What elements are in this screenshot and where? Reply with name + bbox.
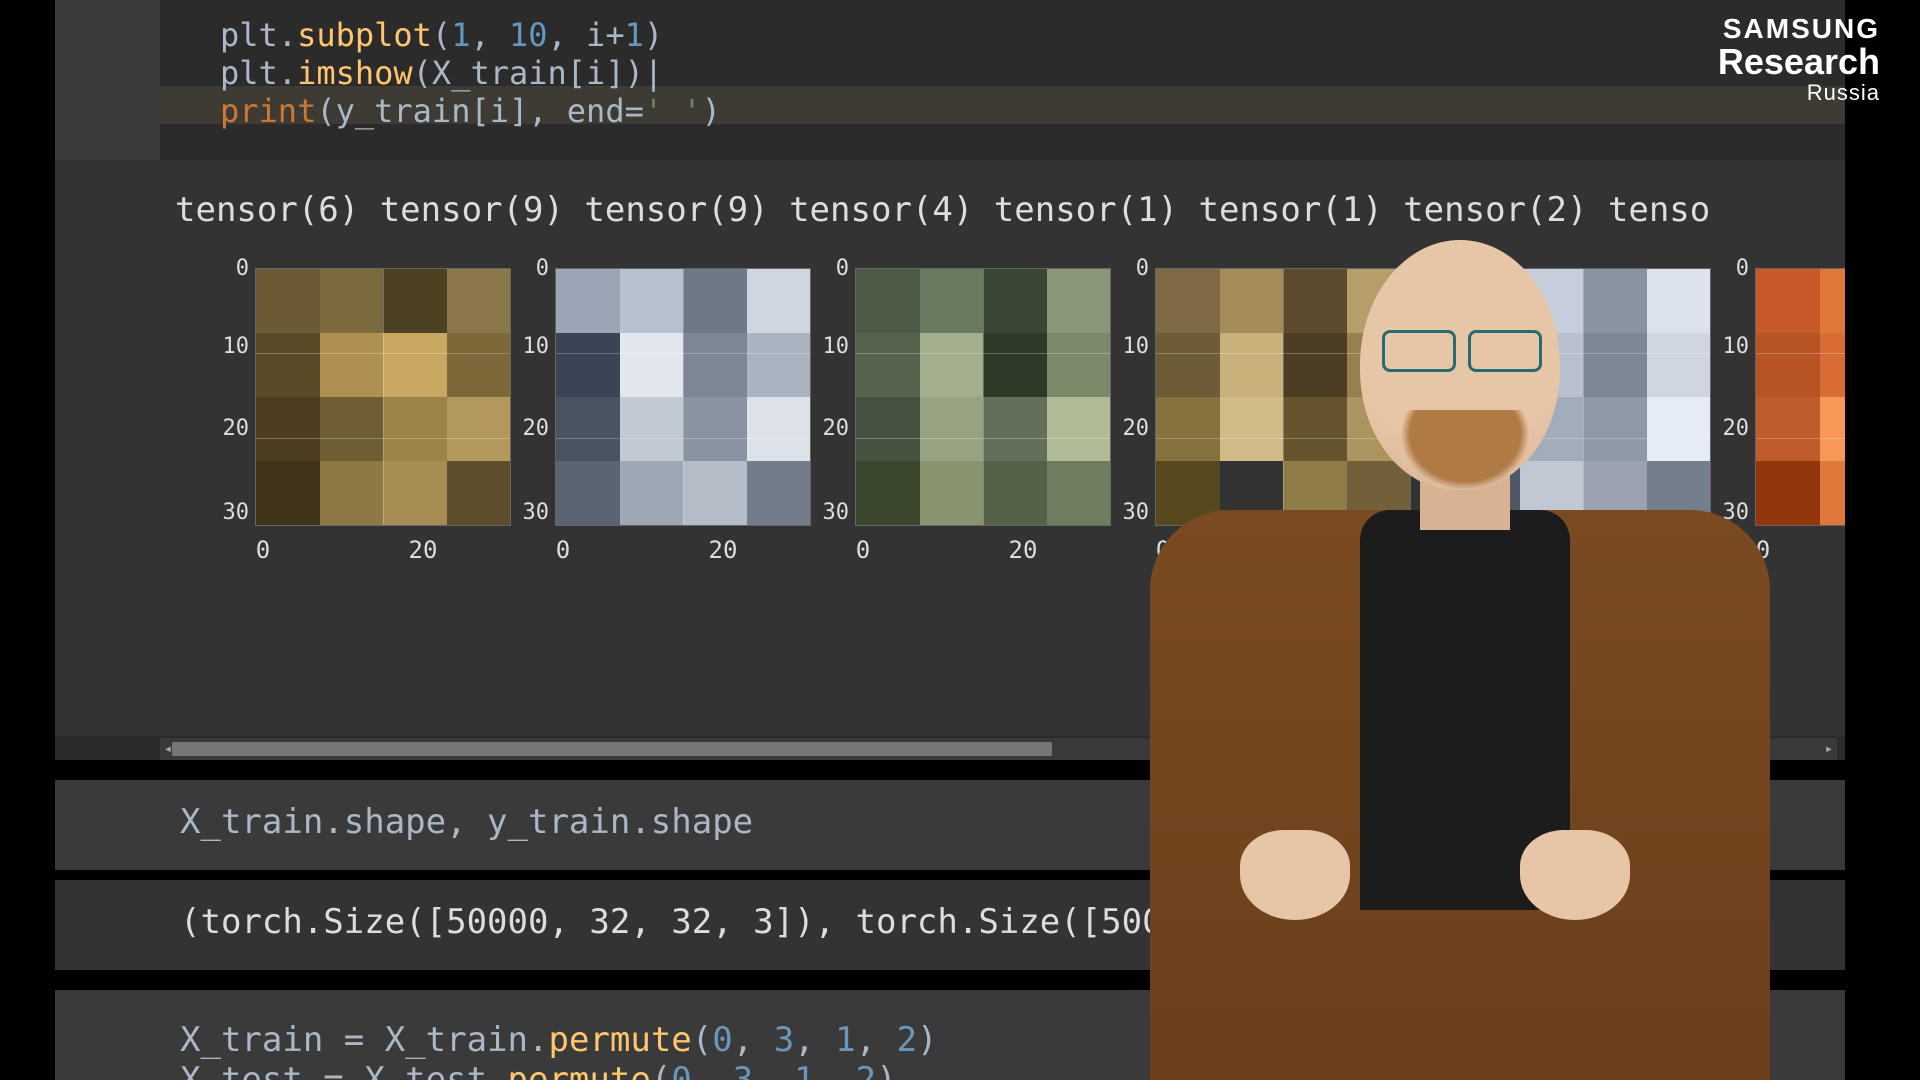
x-tick: 0 [1156,536,1170,564]
y-tick: 30 [515,500,549,525]
y-tick: 30 [1115,500,1149,525]
code-line: print(y_train[i], end=' ') [220,92,721,130]
y-tick: 10 [1415,334,1449,359]
code-line: plt.imshow(X_train[i])| [220,54,663,92]
cell-output: tensor(6) tensor(9) tensor(9) tensor(4) … [55,160,1845,736]
cell-2-output: (torch.Size([50000, 32, 32, 3]), torch.S… [55,880,1845,970]
y-tick: 20 [515,416,549,441]
code-line: X_test = X_test.permute(0, 3, 1, 2) [180,1060,897,1080]
imshow-subplot: 0 10 20 30 0 20 [815,240,1115,600]
x-tick: 20 [709,536,738,564]
x-tick: 20 [1609,536,1638,564]
x-tick: 20 [1309,536,1338,564]
y-tick: 10 [815,334,849,359]
output-text: (torch.Size([50000, 32, 32, 3]), torch.S… [180,902,1183,942]
y-tick: 10 [515,334,549,359]
y-tick: 0 [215,256,249,281]
imshow-subplot: 0 10 20 30 0 20 [1115,240,1415,600]
y-tick: 20 [815,416,849,441]
y-tick: 0 [1415,256,1449,281]
y-tick: 10 [1715,334,1749,359]
notebook-cell-2[interactable]: X_train.shape, y_train.shape [55,780,1845,870]
y-tick: 30 [1415,500,1449,525]
x-tick: 0 [556,536,570,564]
x-tick: 20 [409,536,438,564]
x-tick: 0 [856,536,870,564]
x-tick: 0 [1456,536,1470,564]
code-line: X_train = X_train.permute(0, 3, 1, 2) [180,1020,938,1060]
horizontal-scrollbar[interactable]: ◂ ▸ [160,738,1837,760]
y-tick: 0 [515,256,549,281]
code-line: plt.subplot(1, 10, i+1) [220,16,663,54]
imshow-subplot: 0102030020 [1715,240,1845,600]
x-tick: 0 [256,536,270,564]
notebook-cell-1: plt.subplot(1, 10, i+1)plt.imshow(X_trai… [55,0,1845,760]
y-tick: 30 [215,500,249,525]
y-tick: 10 [215,334,249,359]
y-tick: 0 [1115,256,1149,281]
logo-line-2: Research [1718,43,1880,81]
imshow-subplot: 0 10 20 30 0 20 [215,240,515,600]
tensor-print-output: tensor(6) tensor(9) tensor(9) tensor(4) … [175,190,1710,230]
logo-line-3: Russia [1718,81,1880,104]
code-line: X_train.shape, y_train.shape [180,802,753,842]
samsung-research-logo: SAMSUNG Research Russia [1718,14,1880,104]
imshow-subplot: 0 10 20 30 0 20 [1415,240,1715,600]
y-tick: 0 [1715,256,1749,281]
code-gutter [55,0,160,160]
imshow-subplot: 0 10 20 30 0 20 [515,240,815,600]
scroll-right-arrow[interactable]: ▸ [1821,740,1837,758]
x-tick: 20 [1009,536,1038,564]
y-tick: 0 [815,256,849,281]
x-tick: 0 [1756,536,1770,564]
y-tick: 20 [1115,416,1149,441]
scrollbar-thumb[interactable] [172,742,1052,756]
notebook-cell-3[interactable]: X_train = X_train.permute(0, 3, 1, 2)X_t… [55,990,1845,1080]
y-tick: 20 [1715,416,1749,441]
y-tick: 30 [1715,500,1749,525]
y-tick: 20 [1415,416,1449,441]
y-tick: 30 [815,500,849,525]
y-tick: 20 [215,416,249,441]
logo-line-1: SAMSUNG [1718,14,1880,43]
imshow-plot-row: 0 10 20 30 0 20 0 10 20 30 0 20 0 10 20 30 0 20 0 10 20 30 0 20… [215,240,1845,600]
code-editor[interactable]: plt.subplot(1, 10, i+1)plt.imshow(X_trai… [160,0,1845,160]
y-tick: 10 [1115,334,1149,359]
